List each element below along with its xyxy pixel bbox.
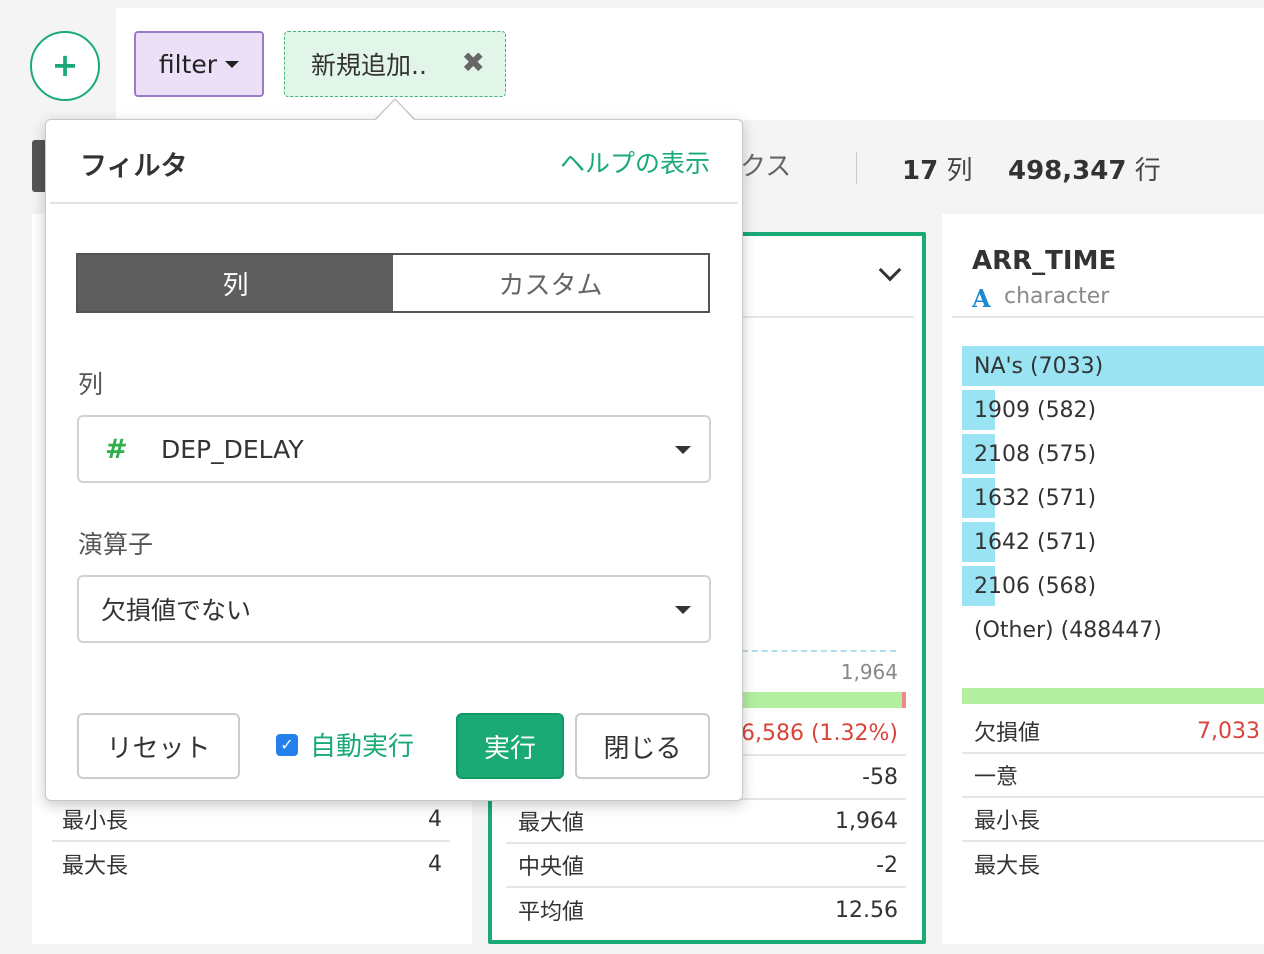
add-step-button[interactable]: + [30, 31, 100, 101]
axis-max-label: 1,964 [840, 660, 898, 684]
popover-title: フィルタ [80, 151, 188, 182]
close-button[interactable]: 閉じる [575, 713, 710, 779]
run-button[interactable]: 実行 [456, 713, 564, 779]
stat-label: 最大値 [518, 811, 585, 836]
stat-label: 一意 [974, 765, 1019, 790]
stat-value: 4 [428, 806, 442, 832]
divider [50, 202, 738, 204]
reset-button[interactable]: リセット [77, 713, 240, 779]
column-field-label: 列 [78, 370, 104, 399]
auto-run-label: 自動実行 [310, 732, 415, 762]
stat-label: 最小長 [974, 809, 1041, 834]
stat-value: -2 [876, 852, 898, 878]
filter-popover: フィルタ ヘルプの表示 列 カスタム 列 # DEP_DELAY 演算子 欠損値… [45, 119, 743, 801]
operator-select[interactable]: 欠損値でない [77, 575, 711, 643]
plus-icon: + [51, 46, 79, 84]
frequency-bar-row[interactable]: 1909 (582) [962, 390, 1264, 430]
row-count: 498,347 行 [1008, 150, 1161, 187]
stat-label: 欠損値 [974, 721, 1041, 746]
caret-down-icon [225, 60, 240, 68]
stat-row: 最大値 1,964 [506, 800, 906, 844]
frequency-bar-row[interactable]: 1642 (571) [962, 522, 1264, 562]
missing-indicator [902, 692, 906, 708]
stat-value: 4 [428, 851, 442, 877]
frequency-bar-row[interactable]: 2106 (568) [962, 566, 1264, 606]
column-select[interactable]: # DEP_DELAY [77, 415, 711, 483]
stat-label: 中央値 [518, 855, 585, 880]
stat-label: 最大長 [974, 854, 1041, 879]
new-filter-chip[interactable]: 新規追加.. ✖ [284, 31, 506, 97]
column-card[interactable]: ARR_TIME A character NA's (7033) 1909 (58… [942, 214, 1264, 944]
filter-mode-toggle: 列 カスタム [76, 253, 710, 313]
frequency-bar-label: 1909 (582) [974, 397, 1097, 423]
stat-label: 平均値 [518, 900, 585, 925]
stat-row: 最小長 4 [52, 798, 450, 842]
stat-label: 最小長 [62, 809, 129, 834]
stat-row: 一意 [962, 754, 1264, 798]
filter-label: filter [158, 49, 218, 79]
column-select-value: DEP_DELAY [161, 434, 304, 464]
stat-value: 1,964 [835, 808, 898, 834]
auto-run-toggle[interactable]: ✓ 自動実行 [276, 726, 414, 763]
stat-value: -58 [862, 764, 898, 790]
divider [856, 152, 857, 184]
column-count: 17 列 [902, 150, 972, 187]
filter-dropdown-button[interactable]: filter [134, 31, 264, 97]
numeric-type-icon: # [105, 433, 128, 465]
checkbox-checked-icon[interactable]: ✓ [276, 733, 298, 756]
stat-value: 7,033 [1197, 718, 1260, 744]
frequency-bar-row[interactable]: 2108 (575) [962, 434, 1264, 474]
stat-row: 最小長 [962, 798, 1264, 842]
stat-value: 12.56 [835, 897, 898, 923]
view-label-partial: クス [740, 152, 792, 182]
frequency-bar-label: 2108 (575) [974, 441, 1097, 467]
stat-row: 最大長 [962, 842, 1264, 886]
operator-select-value: 欠損値でない [101, 596, 252, 625]
column-count-value: 17 [902, 156, 939, 186]
frequency-bar-row[interactable]: (Other) (488447) [962, 610, 1264, 650]
histogram-baseline [742, 650, 896, 652]
frequency-bar-label: 1642 (571) [974, 529, 1097, 555]
stat-value: 6,586 (1.32%) [740, 720, 898, 746]
divider [952, 316, 1264, 318]
row-count-unit: 行 [1134, 156, 1161, 186]
stat-row: 欠損値 7,033 [962, 710, 1264, 754]
tab-custom[interactable]: カスタム [393, 255, 708, 311]
row-count-value: 498,347 [1008, 156, 1127, 186]
frequency-bar-row[interactable]: 1632 (571) [962, 478, 1264, 518]
stat-label: 最大長 [62, 854, 129, 879]
column-type: character [1004, 284, 1110, 309]
close-icon[interactable]: ✖ [462, 46, 485, 79]
completeness-bar [962, 688, 1264, 704]
column-count-unit: 列 [946, 156, 973, 186]
frequency-bar-label: 2106 (568) [974, 573, 1097, 599]
popover-arrow-inner [376, 100, 414, 120]
help-link[interactable]: ヘルプの表示 [560, 144, 710, 180]
stat-row: 平均値 12.56 [506, 888, 906, 932]
caret-down-icon [675, 446, 691, 454]
new-chip-label: 新規追加.. [311, 51, 427, 80]
chevron-down-icon[interactable] [878, 258, 902, 282]
stat-row: 中央値 -2 [506, 844, 906, 888]
column-title: ARR_TIME [972, 246, 1117, 276]
character-type-icon: A [972, 284, 991, 313]
stat-row: 最大長 4 [52, 842, 450, 886]
frequency-bar-label: (Other) (488447) [974, 617, 1162, 643]
frequency-bar-label: 1632 (571) [974, 485, 1097, 511]
operator-field-label: 演算子 [78, 530, 154, 559]
frequency-bar-label: NA's (7033) [974, 353, 1104, 379]
frequency-bar-row[interactable]: NA's (7033) [962, 346, 1264, 386]
tab-column[interactable]: 列 [78, 255, 393, 311]
caret-down-icon [675, 606, 691, 614]
